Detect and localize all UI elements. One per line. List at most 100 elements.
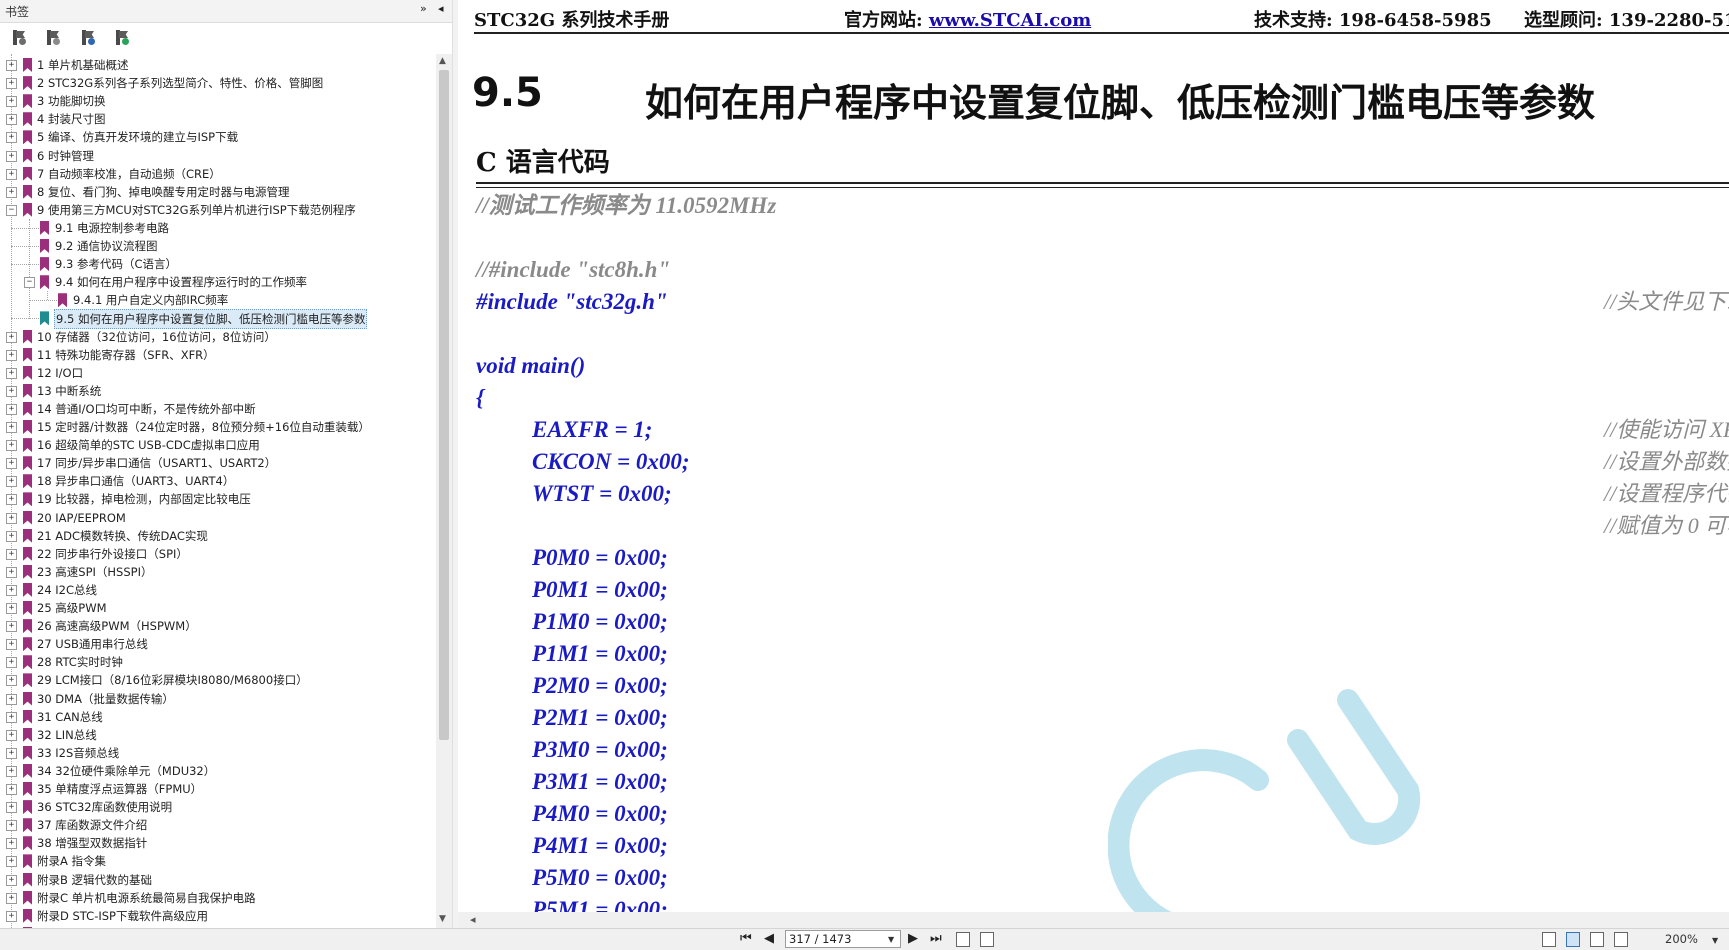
expand-node-icon[interactable]: + [6, 675, 17, 687]
expand-node-icon[interactable]: + [6, 874, 17, 886]
sidebar-item[interactable]: +33 I2S音频总线 [0, 744, 436, 762]
sidebar-item[interactable]: +16 超级简单的STC USB-CDC虚拟串口应用 [0, 436, 436, 454]
scroll-down-icon[interactable]: ▼ [439, 914, 446, 924]
document-scrollbar[interactable]: ◂ [458, 912, 1729, 928]
sidebar-item[interactable]: +38 增强型双数据指针 [0, 834, 436, 852]
expand-node-icon[interactable]: + [6, 765, 17, 777]
expand-node-icon[interactable]: + [6, 820, 17, 832]
expand-node-icon[interactable]: + [6, 910, 17, 922]
sidebar-item[interactable]: + 附录B 逻辑代数的基础 [0, 871, 436, 889]
sidebar-item[interactable]: − 9.4 如何在用户程序中设置程序运行时的工作频率 [0, 273, 436, 291]
sidebar-item[interactable]: 9.5 如何在用户程序中设置复位脚、低压检测门槛电压等参数 [0, 309, 436, 330]
prev-page-icon[interactable]: ◀ [764, 931, 774, 946]
expand-node-icon[interactable]: + [6, 114, 17, 126]
page-dropdown-icon[interactable]: ▼ [888, 935, 894, 944]
sidebar-item[interactable]: +25 高级PWM [0, 599, 436, 617]
first-page-icon[interactable]: ⏮ [740, 931, 752, 946]
fit-page-icon[interactable] [956, 932, 970, 947]
expand-node-icon[interactable]: + [6, 476, 17, 488]
sidebar-item[interactable]: 9.3 参考代码（C语言） [0, 255, 436, 273]
sidebar-item[interactable]: +29 LCM接口（8/16位彩屏模块I8080/M6800接口） [0, 671, 436, 689]
expand-node-icon[interactable]: + [6, 784, 17, 795]
next-page-icon[interactable]: ▶ [908, 931, 918, 946]
expand-node-icon[interactable]: + [6, 729, 17, 741]
sidebar-item[interactable]: +18 异步串口通信（UART3、UART4） [0, 472, 436, 490]
sidebar-item[interactable]: +20 IAP/EEPROM [0, 509, 436, 527]
sidebar-item[interactable]: 9.2 通信协议流程图 [0, 237, 436, 255]
expand-node-icon[interactable]: + [6, 440, 17, 452]
sidebar-item[interactable]: +23 高速SPI（HSSPI） [0, 563, 436, 581]
expand-node-icon[interactable]: + [6, 403, 17, 415]
expand-node-icon[interactable]: + [6, 603, 17, 614]
scroll-left-icon[interactable]: ◂ [470, 913, 476, 926]
sidebar-item[interactable]: + 附录D STC-ISP下载软件高级应用 [0, 907, 436, 925]
bookmarks-scrollbar[interactable]: ▲ ▼ [436, 54, 452, 928]
expand-node-icon[interactable]: + [6, 639, 17, 651]
sidebar-item[interactable]: +28 RTC实时时钟 [0, 653, 436, 671]
sidebar-item[interactable]: +34 32位硬件乘除单元（MDU32） [0, 762, 436, 780]
sidebar-item[interactable]: 9.4.1 用户自定义内部IRC频率 [0, 291, 436, 309]
sidebar-item[interactable]: +17 同步/异步串口通信（USART1、USART2） [0, 454, 436, 472]
sidebar-item[interactable]: +19 比较器，掉电检测，内部固定比较电压 [0, 490, 436, 508]
sidebar-item[interactable]: +15 定时器/计数器（24位定时器，8位预分频+16位自动重装载） [0, 418, 436, 436]
sidebar-item[interactable]: +8 复位、看门狗、掉电唤醒专用定时器与电源管理 [0, 183, 436, 201]
zoom-dropdown-icon[interactable]: ▼ [1712, 936, 1718, 945]
expand-node-icon[interactable]: + [6, 132, 17, 144]
bookmark-find-icon[interactable] [113, 29, 129, 46]
expand-node-icon[interactable]: + [6, 168, 17, 180]
site-link[interactable]: www.STCAI.com [929, 10, 1091, 31]
sidebar-item[interactable]: +12 I/O口 [0, 364, 436, 382]
sidebar-item[interactable]: +4 封装尺寸图 [0, 110, 436, 128]
continuous-page-icon[interactable] [1566, 932, 1580, 947]
expand-node-icon[interactable]: + [6, 422, 17, 433]
sidebar-item[interactable]: +11 特殊功能寄存器（SFR、XFR） [0, 346, 436, 364]
collapse-panel-button[interactable]: » [420, 2, 427, 15]
sidebar-item[interactable]: − 9 使用第三方MCU对STC32G系列单片机进行ISP下载范例程序 [0, 201, 436, 219]
sidebar-item[interactable]: +36 STC32库函数使用说明 [0, 798, 436, 816]
expand-node-icon[interactable]: + [6, 584, 17, 596]
single-page-icon[interactable] [1542, 932, 1556, 947]
fit-width-icon[interactable] [980, 932, 994, 947]
sidebar-item[interactable]: +14 普通I/O口均可中断，不是传统外部中断 [0, 400, 436, 418]
expand-node-icon[interactable]: + [6, 331, 17, 343]
sidebar-item[interactable]: +21 ADC模数转换、传统DAC实现 [0, 527, 436, 545]
expand-node-icon[interactable]: + [6, 494, 17, 506]
expand-node-icon[interactable]: + [6, 548, 17, 560]
expand-node-icon[interactable]: + [6, 838, 17, 850]
sidebar-item[interactable]: +3 功能脚切换 [0, 92, 436, 110]
expand-node-icon[interactable]: + [6, 657, 17, 669]
expand-node-icon[interactable]: + [6, 856, 17, 868]
expand-node-icon[interactable]: + [6, 711, 17, 723]
bookmarks-scroll-thumb[interactable] [439, 70, 449, 740]
expand-node-icon[interactable]: + [6, 892, 17, 904]
sidebar-item[interactable]: +35 单精度浮点运算器（FPMU） [0, 780, 436, 798]
sidebar-item[interactable]: +31 CAN总线 [0, 708, 436, 726]
bookmark-options-icon[interactable] [10, 29, 26, 46]
sidebar-item[interactable]: +1 单片机基础概述 [0, 56, 436, 74]
sidebar-item[interactable]: 9.1 电源控制参考电路 [0, 219, 436, 237]
zoom-level[interactable]: 200% [1665, 932, 1698, 946]
sidebar-item[interactable]: +24 I2C总线 [0, 581, 436, 599]
sidebar-item[interactable]: +2 STC32G系列各子系列选型简介、特性、价格、管脚图 [0, 74, 436, 92]
expand-node-icon[interactable]: + [6, 367, 17, 379]
sidebar-item[interactable]: +37 库函数源文件介绍 [0, 816, 436, 834]
sidebar-item[interactable]: +6 时钟管理 [0, 147, 436, 165]
sidebar-item[interactable]: +13 中断系统 [0, 382, 436, 400]
expand-node-icon[interactable]: + [6, 802, 17, 814]
sidebar-item[interactable]: + 附录C 单片机电源系统最简易自我保护电路 [0, 889, 436, 907]
bookmark-add-icon[interactable] [79, 29, 95, 46]
expand-node-icon[interactable]: + [6, 186, 17, 198]
page-number-input[interactable] [785, 930, 901, 948]
collapse-node-icon[interactable]: − [6, 204, 17, 216]
expand-node-icon[interactable]: + [6, 96, 17, 108]
expand-node-icon[interactable]: + [6, 566, 17, 578]
expand-node-icon[interactable]: + [6, 693, 17, 705]
expand-node-icon[interactable]: + [6, 747, 17, 759]
two-page-continuous-icon[interactable] [1614, 932, 1628, 947]
expand-node-icon[interactable]: + [6, 349, 17, 361]
sidebar-item[interactable]: +5 编译、仿真开发环境的建立与ISP下载 [0, 128, 436, 146]
sidebar-item[interactable]: +10 存储器（32位访问，16位访问，8位访问） [0, 328, 436, 346]
sidebar-item[interactable]: +22 同步串行外设接口（SPI） [0, 545, 436, 563]
expand-node-icon[interactable]: + [6, 150, 17, 162]
expand-node-icon[interactable]: + [6, 621, 17, 633]
